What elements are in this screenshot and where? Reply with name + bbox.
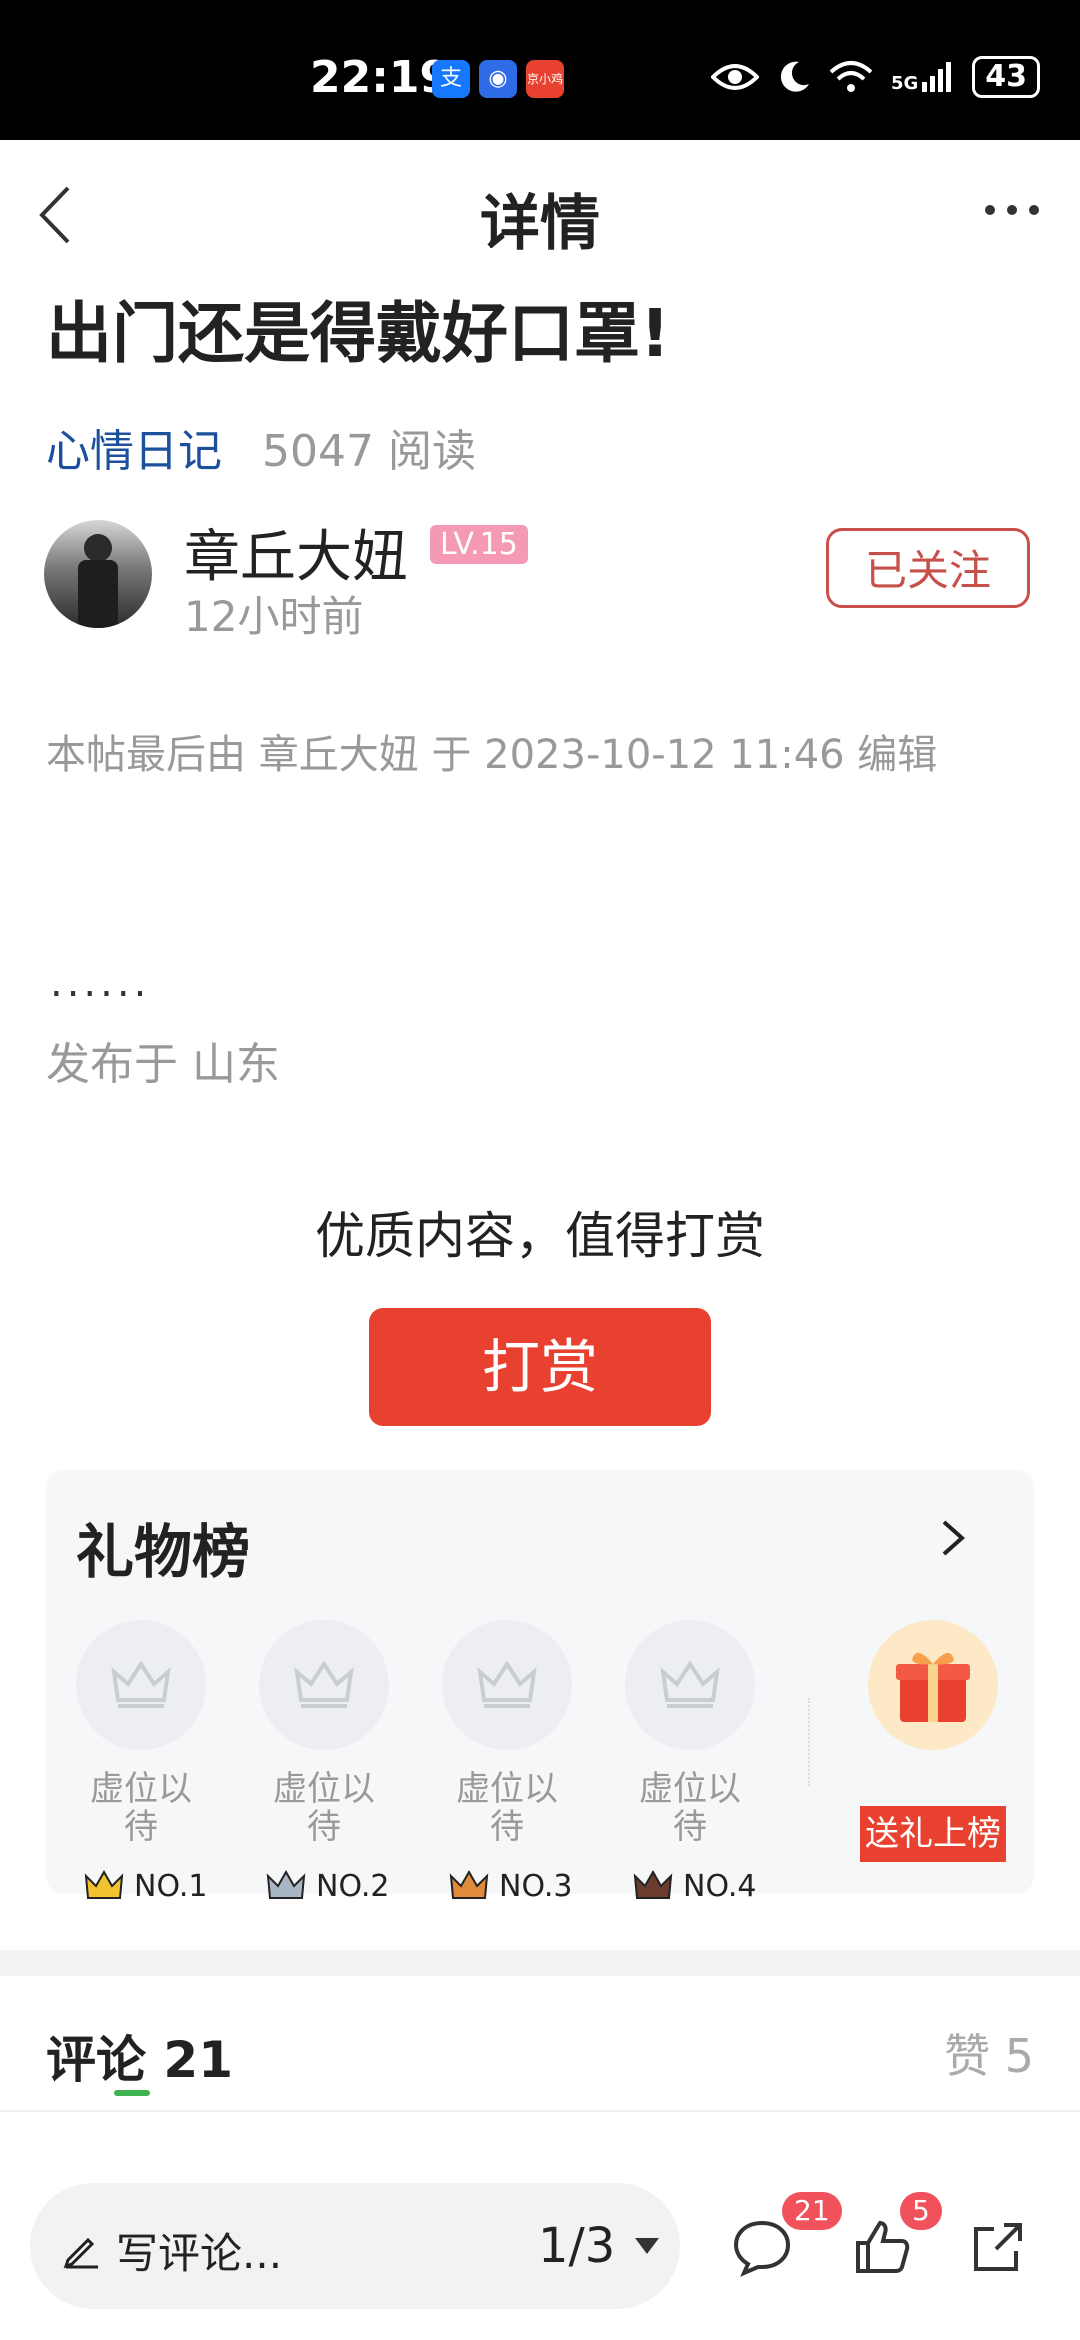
author-name[interactable]: 章丘大妞: [184, 512, 408, 593]
gift-seat-4[interactable]: [625, 1620, 755, 1750]
status-time: 22:19: [310, 52, 451, 103]
like-count-badge: 5: [900, 2192, 942, 2230]
tab-comments[interactable]: 评论 21: [46, 2020, 233, 2092]
send-gift-button[interactable]: 送礼上榜: [860, 1806, 1006, 1862]
seat-label: 虚位以待: [249, 1770, 399, 1846]
gift-seat-1[interactable]: [76, 1620, 206, 1750]
network-label: 5G: [890, 73, 919, 94]
like-icon[interactable]: [850, 2215, 914, 2279]
gift-box-icon: [896, 1652, 970, 1722]
section-divider: [0, 1950, 1080, 1976]
crown-icon: [633, 1869, 673, 1899]
network-type: 5G: [891, 60, 954, 94]
seat-label-line: 虚位以: [273, 1769, 375, 1809]
gift-board-title: 礼物榜: [76, 1518, 251, 1586]
crown-icon: [449, 1869, 489, 1899]
seat-label: 虚位以待: [615, 1770, 765, 1846]
rank-2: NO.2: [266, 1868, 389, 1904]
edit-note: 本帖最后由 章丘大妞 于 2023-10-12 11:46 编辑: [46, 732, 938, 778]
post-time: 12小时前: [184, 592, 364, 641]
crown-outline-icon: [111, 1660, 171, 1708]
post-body-text: ......: [50, 960, 151, 1006]
tab-divider: [0, 2110, 1080, 2112]
reward-button[interactable]: 打赏: [369, 1308, 711, 1426]
page-indicator[interactable]: 1/3: [538, 2218, 615, 2274]
seat-label-line: 虚位以: [90, 1769, 192, 1809]
seat-label-line: 虚位以: [639, 1769, 741, 1809]
gift-seat-2[interactable]: [259, 1620, 389, 1750]
seat-label: 虚位以待: [66, 1770, 216, 1846]
comment-icon[interactable]: [730, 2215, 794, 2279]
tab-likes[interactable]: 赞 5: [944, 2020, 1034, 2086]
rank-label: NO.2: [316, 1868, 390, 1904]
publish-location: 发布于 山东: [46, 1039, 280, 1090]
rank-1: NO.1: [84, 1868, 207, 1904]
share-icon[interactable]: [966, 2215, 1030, 2279]
read-count: 5047 阅读: [262, 426, 476, 477]
comment-placeholder: 写评论...: [116, 2229, 283, 2278]
avatar-figure-body: [78, 560, 118, 628]
crown-icon: [266, 1869, 306, 1899]
seat-label-line: 待: [490, 1807, 524, 1847]
more-options-icon[interactable]: [984, 200, 1040, 220]
app-blue-icon: ◉: [479, 60, 517, 98]
crown-icon: [84, 1869, 124, 1899]
seat-label-line: 待: [124, 1807, 158, 1847]
caret-down-icon[interactable]: [632, 2234, 662, 2258]
pen-icon: [63, 2237, 98, 2269]
comment-count-badge: 21: [782, 2192, 842, 2230]
tab-active-indicator: [114, 2090, 150, 2096]
post-title: 出门还是得戴好口罩!: [46, 295, 671, 372]
status-bar: 22:19 支 ◉ 京小鸡 5G 43: [0, 0, 1080, 140]
status-icons: 5G 43: [710, 56, 1040, 98]
moon-icon: [780, 61, 809, 92]
crown-outline-icon: [477, 1660, 537, 1708]
chevron-right-icon[interactable]: [938, 1518, 968, 1558]
battery-indicator: 43: [972, 56, 1040, 98]
rank-label: NO.4: [683, 1868, 757, 1904]
crown-outline-icon: [294, 1660, 354, 1708]
avatar[interactable]: [44, 520, 152, 628]
reward-prompt: 优质内容，值得打赏: [315, 1207, 765, 1265]
follow-button[interactable]: 已关注: [826, 528, 1030, 608]
seat-label-line: 待: [307, 1807, 341, 1847]
gift-box-button[interactable]: [868, 1620, 998, 1750]
seat-label-line: 待: [673, 1807, 707, 1847]
rank-4: NO.4: [633, 1868, 756, 1904]
wifi-icon: [829, 61, 873, 92]
alipay-icon: 支: [432, 60, 470, 98]
signal-icon: [922, 62, 952, 92]
category-link[interactable]: 心情日记: [46, 415, 222, 479]
rank-label: NO.1: [134, 1868, 208, 1904]
level-badge: LV.15: [430, 525, 528, 564]
seat-label: 虚位以待: [432, 1770, 582, 1846]
seat-label-line: 虚位以: [456, 1769, 558, 1809]
rank-label: NO.3: [499, 1868, 573, 1904]
app-red-icon: 京小鸡: [526, 60, 564, 98]
crown-outline-icon: [660, 1660, 720, 1708]
page-title: 详情: [480, 189, 600, 259]
eye-icon: [710, 64, 759, 90]
gift-seat-3[interactable]: [442, 1620, 572, 1750]
seat-divider: [808, 1698, 810, 1786]
rank-3: NO.3: [449, 1868, 572, 1904]
avatar-figure: [84, 534, 112, 562]
